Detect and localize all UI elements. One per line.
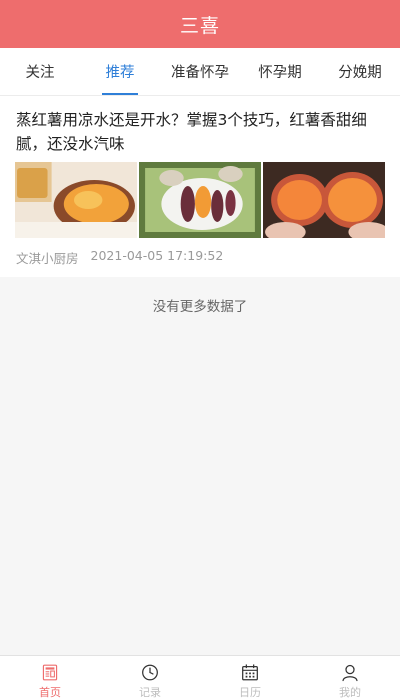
- tabbar-home[interactable]: 首页: [0, 656, 100, 700]
- tabbar-profile-label: 我的: [339, 686, 361, 699]
- article-feed: 蒸红薯用凉水还是开水？掌握3个技巧，红薯香甜细腻，还没水汽味 文淇小厨房 202…: [0, 96, 400, 277]
- article-card[interactable]: 蒸红薯用凉水还是开水？掌握3个技巧，红薯香甜细腻，还没水汽味 文淇小厨房 202…: [0, 96, 400, 277]
- article-image-2[interactable]: [139, 162, 261, 238]
- category-tabs: 关注 推荐 准备怀孕 怀孕期 分娩期: [0, 48, 400, 96]
- bottom-tab-bar: 首页 记录 日历 我的: [0, 655, 400, 700]
- news-icon: [42, 664, 58, 681]
- app-header: 三喜: [0, 0, 400, 48]
- tabbar-calendar[interactable]: 日历: [200, 656, 300, 700]
- person-icon: [342, 664, 358, 682]
- tab-recommended[interactable]: 推荐: [80, 48, 160, 95]
- tab-follow[interactable]: 关注: [0, 48, 80, 95]
- tabbar-records-label: 记录: [139, 686, 161, 699]
- tabbar-profile[interactable]: 我的: [300, 656, 400, 700]
- article-timestamp: 2021-04-05 17:19:52: [90, 248, 224, 263]
- no-more-data-note: 没有更多数据了: [0, 277, 400, 333]
- tabbar-records[interactable]: 记录: [100, 656, 200, 700]
- calendar-icon: [242, 664, 258, 681]
- article-title[interactable]: 蒸红薯用凉水还是开水？掌握3个技巧，红薯香甜细腻，还没水汽味: [16, 108, 384, 156]
- article-author: 文淇小厨房: [16, 251, 79, 266]
- app-title: 三喜: [179, 14, 220, 37]
- article-image-3[interactable]: [263, 162, 385, 238]
- article-meta: 文淇小厨房 2021-04-05 17:19:52: [16, 248, 384, 267]
- tabbar-home-label: 首页: [39, 686, 61, 699]
- article-thumbnails: [15, 162, 385, 238]
- tabbar-calendar-label: 日历: [239, 686, 261, 699]
- tab-preparing-pregnancy[interactable]: 准备怀孕: [160, 48, 240, 95]
- clock-icon: [142, 664, 158, 681]
- tab-pregnancy[interactable]: 怀孕期: [240, 48, 320, 95]
- article-image-1[interactable]: [15, 162, 137, 238]
- tab-childbirth[interactable]: 分娩期: [320, 48, 400, 95]
